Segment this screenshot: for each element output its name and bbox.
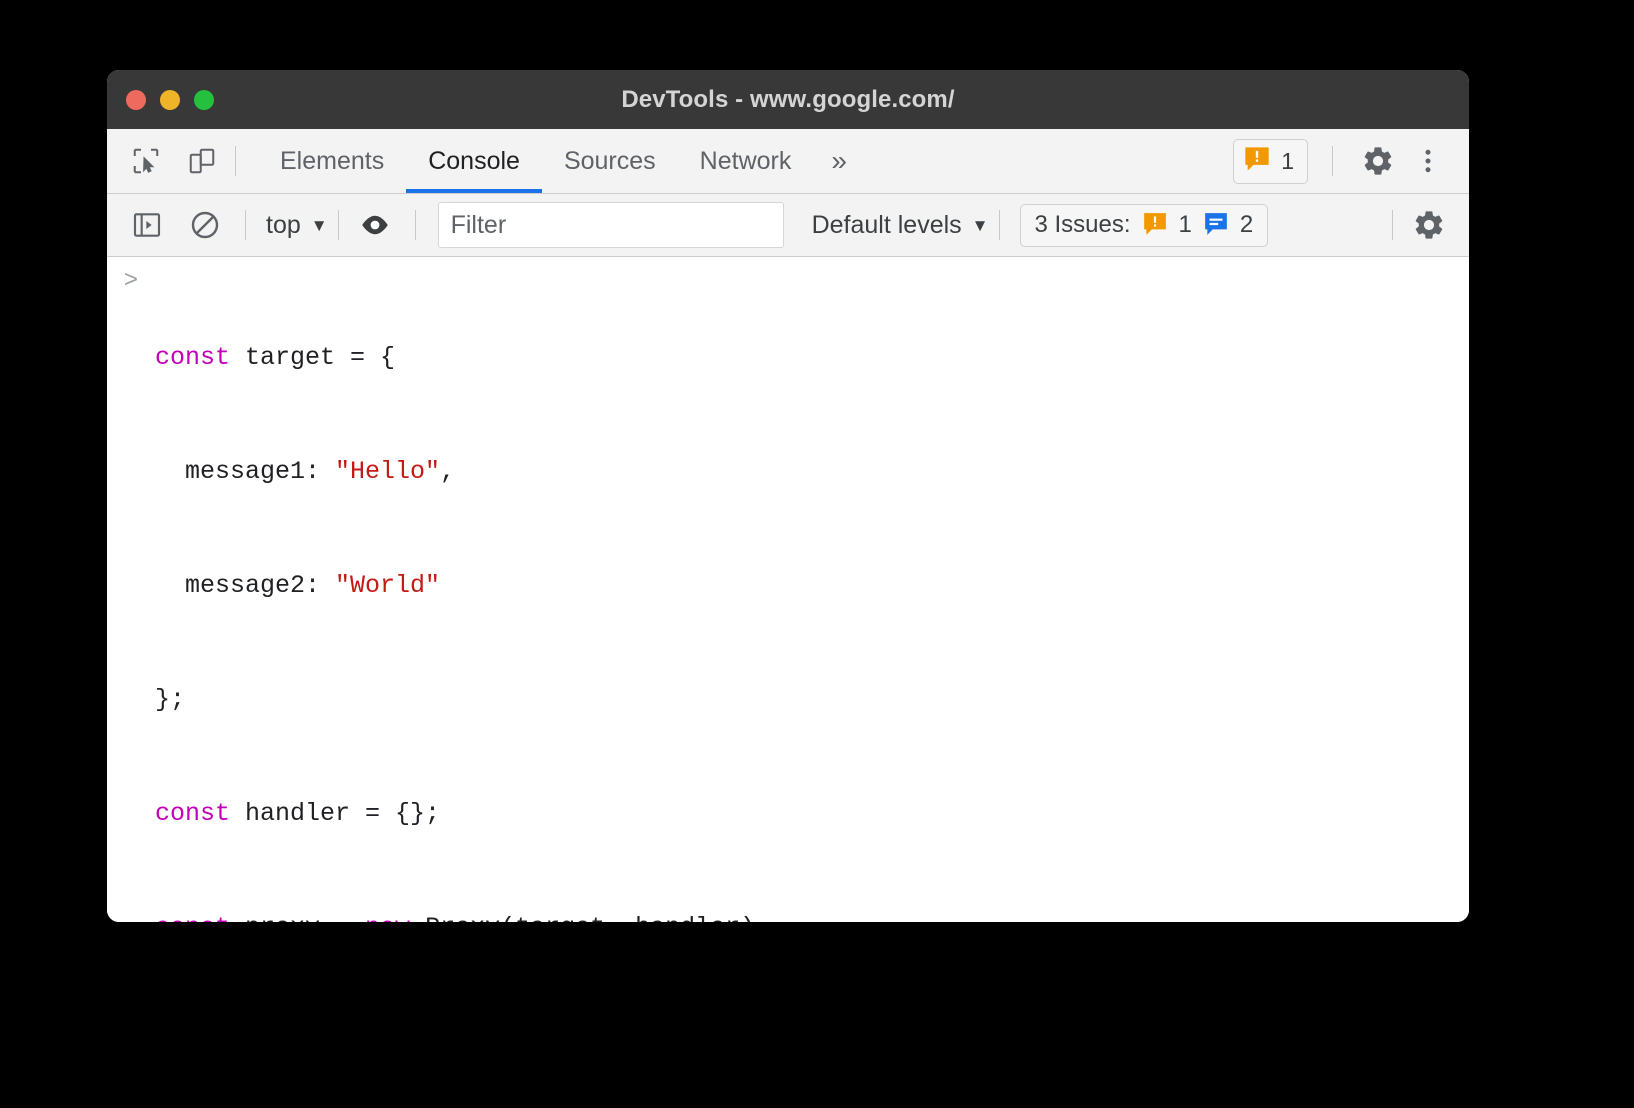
code-text: message2: [155,571,335,600]
input-code-block: const target = { message1: "Hello", mess… [155,263,1469,922]
string-literal: "Hello" [335,457,440,486]
maximize-window-button[interactable] [194,90,214,110]
toolbar-divider-5 [1392,210,1393,240]
execution-context-selector[interactable]: top ▼ [260,211,334,240]
warning-count-label: 1 [1281,148,1294,175]
window-title: DevTools - www.google.com/ [621,86,954,114]
input-prompt-arrow: > [107,263,155,301]
toolbar-divider-2 [338,210,339,240]
code-text: Proxy(target, handler) [410,913,755,922]
tab-console[interactable]: Console [406,129,542,193]
code-line-4: }; [155,681,1469,719]
code-line-2: message1: "Hello", [155,453,1469,491]
tab-sources[interactable]: Sources [542,129,678,193]
warning-count-chip[interactable]: 1 [1233,139,1308,184]
filter-input[interactable] [438,202,784,248]
tabbar-divider [235,146,236,176]
inspect-element-icon[interactable] [129,144,163,178]
minimize-window-button[interactable] [160,90,180,110]
console-input-entry-1[interactable]: > const target = { message1: "Hello", me… [107,257,1469,922]
code-line-5: const handler = {}; [155,795,1469,833]
show-console-sidebar-icon[interactable] [125,203,169,247]
close-window-button[interactable] [126,90,146,110]
toolbar-divider-4 [999,210,1000,240]
code-line-1: const target = { [155,339,1469,377]
issues-chip[interactable]: 3 Issues: 1 2 [1020,204,1269,247]
issues-info-icon [1203,211,1229,240]
code-text: , [440,457,455,486]
tabbar-right-controls: 1 [1233,129,1469,193]
gear-icon[interactable] [1357,140,1399,182]
keyword-const: const [155,799,230,828]
execution-context-label: top [266,211,301,240]
live-expression-eye-icon[interactable] [353,203,397,247]
device-toolbar-icon[interactable] [185,144,219,178]
clear-console-icon[interactable] [183,203,227,247]
code-line-3: message2: "World" [155,567,1469,605]
devtools-window: DevTools - www.google.com/ [107,70,1469,922]
string-literal: "World" [335,571,440,600]
code-text: handler = {}; [230,799,440,828]
code-text: message1: [155,457,335,486]
tabbar-left-icons [107,129,219,193]
issues-warning-count: 1 [1179,211,1192,239]
console-toolbar: top ▼ Default levels ▼ 3 Issues: [107,194,1469,257]
toolbar-divider-1 [245,210,246,240]
traffic-light-buttons[interactable] [126,90,214,110]
panel-tabs: Elements Console Sources Network » [258,129,865,193]
screen: DevTools - www.google.com/ [0,0,1634,1108]
toolbar-divider-3 [415,210,416,240]
chevron-down-icon: ▼ [311,217,328,234]
issues-label: 3 Issues: [1035,211,1131,239]
issues-warning-icon [1142,211,1168,240]
more-tabs-chevron-icon[interactable]: » [813,129,865,193]
console-settings-gear-icon[interactable] [1407,203,1451,247]
console-output[interactable]: > const target = { message1: "Hello", me… [107,257,1469,922]
log-levels-label: Default levels [812,211,962,240]
tab-elements[interactable]: Elements [258,129,406,193]
keyword-const: const [155,913,230,922]
code-text: proxy = [230,913,365,922]
chevron-down-icon-levels: ▼ [972,217,989,234]
issues-info-count: 2 [1240,211,1253,239]
kebab-menu-icon[interactable] [1407,140,1449,182]
log-levels-selector[interactable]: Default levels ▼ [806,211,995,240]
code-line-6: const proxy = new Proxy(target, handler) [155,909,1469,922]
window-titlebar: DevTools - www.google.com/ [107,70,1469,129]
tab-network[interactable]: Network [678,129,814,193]
code-text: target = { [230,343,395,372]
code-text: }; [155,685,185,714]
warning-bubble-icon [1243,145,1271,178]
tabbar-right-divider [1332,146,1333,176]
keyword-const: const [155,343,230,372]
keyword-new: new [365,913,410,922]
console-settings-container [1388,203,1451,247]
devtools-tabbar: Elements Console Sources Network » 1 [107,129,1469,194]
